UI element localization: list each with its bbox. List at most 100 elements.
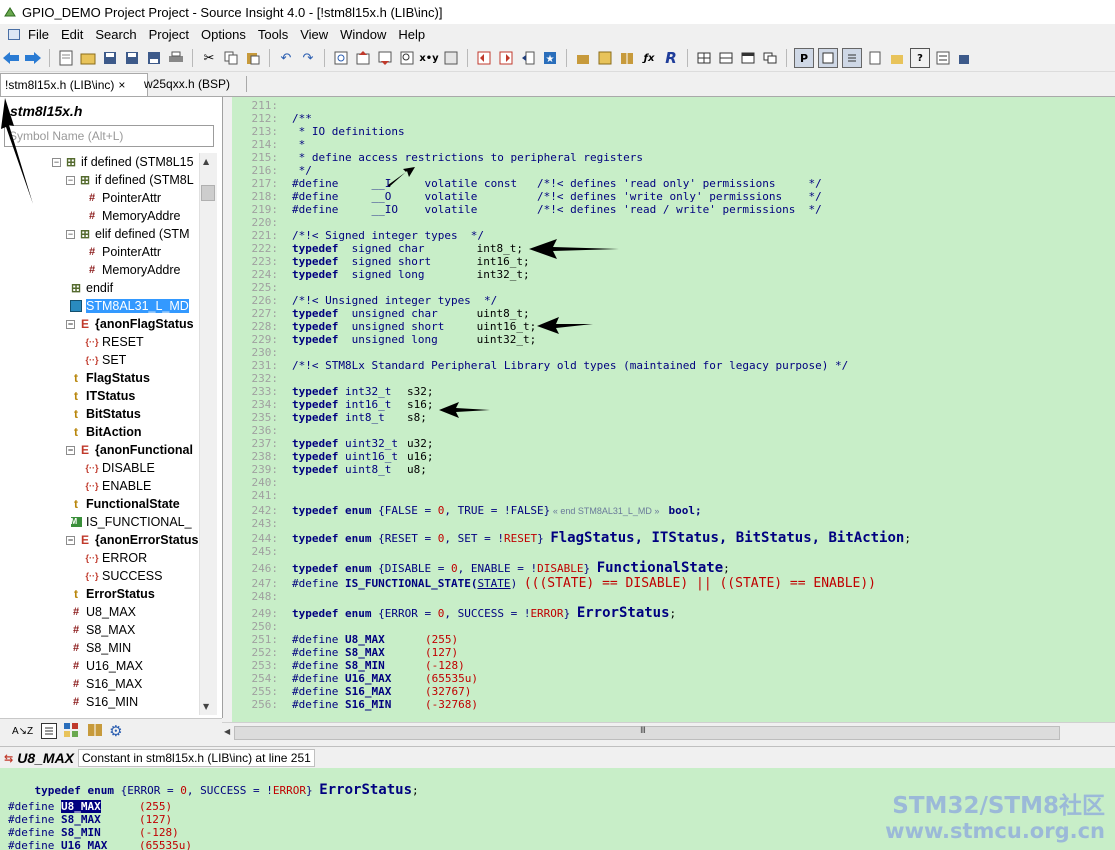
menu-tools[interactable]: Tools (252, 27, 294, 42)
close-file-icon[interactable] (145, 49, 163, 67)
menu-options[interactable]: Options (195, 27, 252, 42)
jump-down-icon[interactable] (376, 49, 394, 67)
bookmark-next-icon[interactable] (497, 49, 515, 67)
list-view-icon[interactable] (41, 723, 58, 739)
book-icon[interactable] (618, 49, 636, 67)
save-icon[interactable] (101, 49, 119, 67)
scroll-left-icon[interactable]: ◀ (224, 727, 230, 736)
menu-window[interactable]: Window (334, 27, 392, 42)
tab-stm8l15x-h[interactable]: !stm8l15x.h (LIB\inc) × (0, 73, 148, 96)
system-menu-icon[interactable] (8, 29, 20, 40)
symbol-tree-item[interactable]: t ITStatus (70, 387, 135, 405)
scroll-down-icon[interactable]: ▼ (203, 702, 209, 711)
symbol-tree-scrollbar[interactable]: ▲ ▼ (199, 153, 217, 715)
symbol-tree-item[interactable]: t FunctionalState (70, 495, 180, 513)
symbol-tree-item[interactable]: # S8_MIN (70, 639, 131, 657)
print-icon[interactable] (167, 49, 185, 67)
star-icon[interactable]: ★ (541, 49, 559, 67)
symbol-tree-item[interactable]: STM8AL31_L_MD (70, 297, 189, 315)
cut-icon[interactable]: ✂ (200, 49, 218, 67)
symbol-tree-item[interactable]: # S8_MAX (70, 621, 135, 639)
sort-az-icon[interactable]: A↘Z (12, 726, 33, 737)
layout-grid-icon[interactable] (695, 49, 713, 67)
replace-icon[interactable]: x•y (419, 49, 438, 67)
menu-help[interactable]: Help (392, 27, 431, 42)
r-icon[interactable]: R (662, 49, 680, 67)
jump-up-icon[interactable] (354, 49, 372, 67)
symbol-tree-item[interactable]: − E {anonFlagStatus (66, 315, 194, 333)
scrollbar-thumb[interactable] (201, 185, 215, 201)
menu-file[interactable]: File (22, 27, 55, 42)
collapse-icon[interactable]: − (66, 535, 75, 545)
layout-window-icon[interactable] (739, 49, 757, 67)
symbol-tree-item[interactable]: t BitAction (70, 423, 142, 441)
symbol-tree-item[interactable]: M IS_FUNCTIONAL_ (70, 513, 192, 531)
symbol-tree-item[interactable]: − ⊞ if defined (STM8L (66, 171, 194, 189)
sync-icon[interactable] (956, 49, 974, 67)
cascade-icon[interactable] (761, 49, 779, 67)
collapse-icon[interactable]: − (66, 175, 75, 185)
symbol-tree-item[interactable]: t BitStatus (70, 405, 141, 423)
function-icon[interactable]: ƒx (640, 49, 658, 67)
symbol-tree-item[interactable]: {··} RESET (86, 333, 144, 351)
symbol-tree-item[interactable]: # PointerAttr (86, 189, 161, 207)
browse-icon[interactable] (332, 49, 350, 67)
symbol-tree-item[interactable]: {··} ENABLE (86, 477, 152, 495)
scroll-up-icon[interactable]: ▲ (203, 157, 209, 166)
paste-icon[interactable] (244, 49, 262, 67)
menu-view[interactable]: View (294, 27, 334, 42)
tab-w25qxx-h[interactable]: w25qxx.h (BSP) (140, 73, 234, 95)
symbol-info-icon[interactable] (596, 49, 614, 67)
new-file-icon[interactable] (57, 49, 75, 67)
open-file-icon[interactable] (79, 49, 97, 67)
lookup-icon[interactable] (398, 49, 416, 67)
book-icon[interactable] (87, 723, 103, 740)
context-window-icon[interactable] (866, 49, 884, 67)
collapse-icon[interactable]: − (66, 229, 75, 239)
search-files-icon[interactable] (442, 49, 460, 67)
copy-icon[interactable] (222, 49, 240, 67)
symbol-tree-item[interactable]: {··} DISABLE (86, 459, 155, 477)
symbol-tree-item[interactable]: − E {anonErrorStatus (66, 531, 199, 549)
undo-icon[interactable]: ↶ (277, 49, 295, 67)
bookmark-prev-icon[interactable] (475, 49, 493, 67)
symbol-tree-item[interactable]: ⊞ endif (70, 279, 113, 297)
save-all-icon[interactable] (123, 49, 141, 67)
symbol-tree-item[interactable]: {··} SUCCESS (86, 567, 163, 585)
category-icon[interactable] (63, 722, 79, 741)
symbol-window-icon[interactable] (842, 48, 862, 68)
symbol-tree-item[interactable]: {··} SET (86, 351, 127, 369)
symbol-tree-item[interactable]: − ⊞ elif defined (STM (66, 225, 189, 243)
relation-icon[interactable] (574, 49, 592, 67)
back-icon[interactable] (2, 49, 20, 67)
jump-to-icon[interactable] (519, 49, 537, 67)
scrollbar-thumb[interactable]: III (234, 726, 1060, 740)
symbol-tree-item[interactable]: {··} ERROR (86, 549, 148, 567)
menu-search[interactable]: Search (89, 27, 142, 42)
symbol-tree-item[interactable]: # U16_MAX (70, 657, 143, 675)
menu-edit[interactable]: Edit (55, 27, 89, 42)
forward-icon[interactable] (24, 49, 42, 67)
code-editor[interactable]: 211: 212:/** 213: * IO definitions 214: * 21… (232, 97, 1115, 722)
gear-icon[interactable]: ⚙ (109, 722, 122, 740)
layout-rows-icon[interactable] (717, 49, 735, 67)
symbol-tree-item[interactable]: − ⊞ if defined (STM8L15 (52, 153, 194, 171)
symbol-tree-item[interactable]: # MemoryAddre (86, 207, 181, 225)
menu-project[interactable]: Project (143, 27, 195, 42)
symbol-tree-item[interactable]: t FlagStatus (70, 369, 150, 387)
editor-horizontal-scrollbar[interactable]: ◀ III (222, 722, 1115, 743)
symbol-tree-item[interactable]: # MemoryAddre (86, 261, 181, 279)
collapse-icon[interactable]: − (66, 319, 75, 329)
symbol-tree-item[interactable]: # S16_MAX (70, 675, 142, 693)
relation-window-icon[interactable] (818, 48, 838, 68)
collapse-icon[interactable]: − (66, 445, 75, 455)
close-icon[interactable]: × (118, 78, 125, 92)
symbol-tree-item[interactable]: # U8_MAX (70, 603, 136, 621)
symbol-tree-item[interactable]: − E {anonFunctional (66, 441, 193, 459)
project-window-icon[interactable]: P (794, 48, 814, 68)
help-icon[interactable]: ? (910, 48, 930, 68)
symbol-tree-item[interactable]: # PointerAttr (86, 243, 161, 261)
clip-window-icon[interactable] (888, 49, 906, 67)
symbol-tree-item[interactable]: t ErrorStatus (70, 585, 155, 603)
overview-icon[interactable] (934, 49, 952, 67)
